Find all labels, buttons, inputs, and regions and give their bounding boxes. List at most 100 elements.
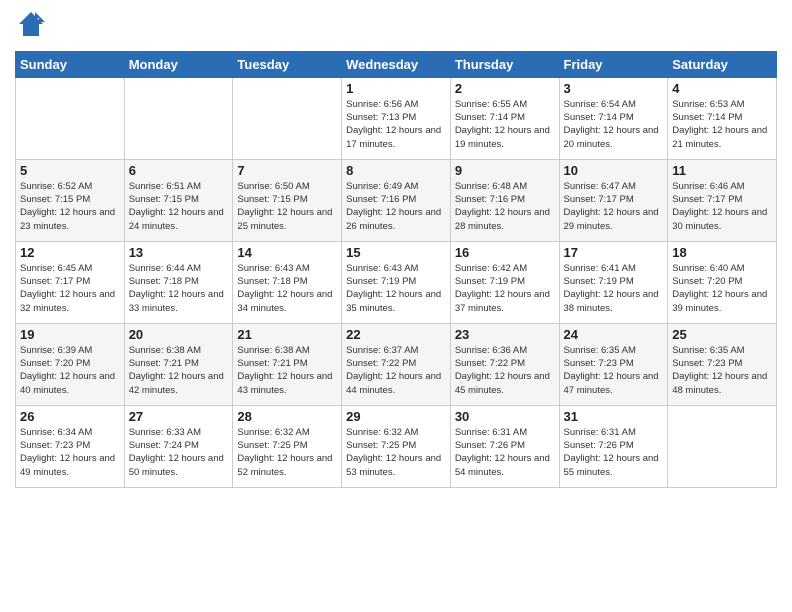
calendar-cell: 22 Sunrise: 6:37 AM Sunset: 7:22 PM Dayli… (342, 323, 451, 405)
calendar-cell: 8 Sunrise: 6:49 AM Sunset: 7:16 PM Daylig… (342, 159, 451, 241)
calendar-cell: 2 Sunrise: 6:55 AM Sunset: 7:14 PM Daylig… (450, 77, 559, 159)
calendar-cell: 29 Sunrise: 6:32 AM Sunset: 7:25 PM Dayli… (342, 405, 451, 487)
calendar-table: Sunday Monday Tuesday Wednesday Thursday… (15, 51, 777, 488)
day-info: Sunrise: 6:55 AM Sunset: 7:14 PM Dayligh… (455, 98, 555, 151)
day-info: Sunrise: 6:37 AM Sunset: 7:22 PM Dayligh… (346, 344, 446, 397)
calendar-cell (16, 77, 125, 159)
day-number: 13 (129, 245, 229, 260)
calendar-cell: 24Sunrise: 6:35 AM Sunset: 7:23 PM Dayli… (559, 323, 668, 405)
calendar-cell: 11 Sunrise: 6:46 AM Sunset: 7:17 PM Dayli… (668, 159, 777, 241)
day-info: Sunrise: 6:53 AM Sunset: 7:14 PM Dayligh… (672, 98, 772, 151)
day-number: 15 (346, 245, 446, 260)
day-number: 5 (20, 163, 120, 178)
day-number: 12 (20, 245, 120, 260)
day-info: Sunrise: 6:32 AM Sunset: 7:25 PM Dayligh… (346, 426, 446, 479)
calendar-cell: 13 Sunrise: 6:44 AM Sunset: 7:18 PM Dayli… (124, 241, 233, 323)
day-number: 19 (20, 327, 120, 342)
calendar-cell: 7Sunrise: 6:50 AM Sunset: 7:15 PM Daylig… (233, 159, 342, 241)
calendar-cell: 3 Sunrise: 6:54 AM Sunset: 7:14 PM Daylig… (559, 77, 668, 159)
day-info: Sunrise: 6:51 AM Sunset: 7:15 PM Dayligh… (129, 180, 229, 233)
day-info: Sunrise: 6:35 AM Sunset: 7:23 PM Dayligh… (672, 344, 772, 397)
calendar-cell: 1 Sunrise: 6:56 AM Sunset: 7:13 PM Daylig… (342, 77, 451, 159)
day-number: 26 (20, 409, 120, 424)
calendar-cell: 12 Sunrise: 6:45 AM Sunset: 7:17 PM Dayli… (16, 241, 125, 323)
day-info: Sunrise: 6:38 AM Sunset: 7:21 PM Dayligh… (237, 344, 337, 397)
calendar-week-3: 12 Sunrise: 6:45 AM Sunset: 7:17 PM Dayli… (16, 241, 777, 323)
col-tuesday: Tuesday (233, 51, 342, 77)
calendar-cell: 6 Sunrise: 6:51 AM Sunset: 7:15 PM Daylig… (124, 159, 233, 241)
calendar-cell: 10 Sunrise: 6:47 AM Sunset: 7:17 PM Dayli… (559, 159, 668, 241)
calendar-cell: 26 Sunrise: 6:34 AM Sunset: 7:23 PM Dayli… (16, 405, 125, 487)
day-info: Sunrise: 6:46 AM Sunset: 7:17 PM Dayligh… (672, 180, 772, 233)
day-number: 18 (672, 245, 772, 260)
day-info: Sunrise: 6:31 AM Sunset: 7:26 PM Dayligh… (564, 426, 664, 479)
calendar-cell: 21 Sunrise: 6:38 AM Sunset: 7:21 PM Dayli… (233, 323, 342, 405)
day-number: 31 (564, 409, 664, 424)
day-info: Sunrise: 6:48 AM Sunset: 7:16 PM Dayligh… (455, 180, 555, 233)
col-saturday: Saturday (668, 51, 777, 77)
day-number: 16 (455, 245, 555, 260)
calendar-cell: 27Sunrise: 6:33 AM Sunset: 7:24 PM Dayli… (124, 405, 233, 487)
day-info: Sunrise: 6:38 AM Sunset: 7:21 PM Dayligh… (129, 344, 229, 397)
day-number: 9 (455, 163, 555, 178)
calendar-cell: 15Sunrise: 6:43 AM Sunset: 7:19 PM Dayli… (342, 241, 451, 323)
calendar-cell: 14 Sunrise: 6:43 AM Sunset: 7:18 PM Dayli… (233, 241, 342, 323)
day-info: Sunrise: 6:52 AM Sunset: 7:15 PM Dayligh… (20, 180, 120, 233)
calendar-header-row: Sunday Monday Tuesday Wednesday Thursday… (16, 51, 777, 77)
day-number: 2 (455, 81, 555, 96)
day-info: Sunrise: 6:54 AM Sunset: 7:14 PM Dayligh… (564, 98, 664, 151)
day-info: Sunrise: 6:31 AM Sunset: 7:26 PM Dayligh… (455, 426, 555, 479)
calendar-cell: 9 Sunrise: 6:48 AM Sunset: 7:16 PM Daylig… (450, 159, 559, 241)
day-number: 6 (129, 163, 229, 178)
calendar-cell: 18Sunrise: 6:40 AM Sunset: 7:20 PM Dayli… (668, 241, 777, 323)
day-number: 30 (455, 409, 555, 424)
day-number: 28 (237, 409, 337, 424)
calendar-week-4: 19 Sunrise: 6:39 AM Sunset: 7:20 PM Dayli… (16, 323, 777, 405)
day-number: 24 (564, 327, 664, 342)
logo-text (15, 10, 45, 43)
day-info: Sunrise: 6:32 AM Sunset: 7:25 PM Dayligh… (237, 426, 337, 479)
day-info: Sunrise: 6:36 AM Sunset: 7:22 PM Dayligh… (455, 344, 555, 397)
calendar-cell: 4 Sunrise: 6:53 AM Sunset: 7:14 PM Daylig… (668, 77, 777, 159)
calendar-cell (668, 405, 777, 487)
calendar-cell: 31 Sunrise: 6:31 AM Sunset: 7:26 PM Dayli… (559, 405, 668, 487)
col-sunday: Sunday (16, 51, 125, 77)
day-number: 21 (237, 327, 337, 342)
day-number: 20 (129, 327, 229, 342)
col-friday: Friday (559, 51, 668, 77)
calendar-week-1: 1 Sunrise: 6:56 AM Sunset: 7:13 PM Daylig… (16, 77, 777, 159)
day-number: 22 (346, 327, 446, 342)
day-info: Sunrise: 6:43 AM Sunset: 7:18 PM Dayligh… (237, 262, 337, 315)
day-info: Sunrise: 6:39 AM Sunset: 7:20 PM Dayligh… (20, 344, 120, 397)
day-info: Sunrise: 6:47 AM Sunset: 7:17 PM Dayligh… (564, 180, 664, 233)
logo (15, 10, 45, 43)
day-number: 14 (237, 245, 337, 260)
page: Sunday Monday Tuesday Wednesday Thursday… (0, 0, 792, 612)
day-number: 10 (564, 163, 664, 178)
day-info: Sunrise: 6:50 AM Sunset: 7:15 PM Dayligh… (237, 180, 337, 233)
day-info: Sunrise: 6:56 AM Sunset: 7:13 PM Dayligh… (346, 98, 446, 151)
calendar-week-5: 26 Sunrise: 6:34 AM Sunset: 7:23 PM Dayli… (16, 405, 777, 487)
day-number: 17 (564, 245, 664, 260)
calendar-cell: 25 Sunrise: 6:35 AM Sunset: 7:23 PM Dayli… (668, 323, 777, 405)
day-number: 8 (346, 163, 446, 178)
day-number: 11 (672, 163, 772, 178)
day-info: Sunrise: 6:44 AM Sunset: 7:18 PM Dayligh… (129, 262, 229, 315)
day-info: Sunrise: 6:42 AM Sunset: 7:19 PM Dayligh… (455, 262, 555, 315)
calendar-cell: 19 Sunrise: 6:39 AM Sunset: 7:20 PM Dayli… (16, 323, 125, 405)
calendar-cell: 28 Sunrise: 6:32 AM Sunset: 7:25 PM Dayli… (233, 405, 342, 487)
col-thursday: Thursday (450, 51, 559, 77)
day-number: 3 (564, 81, 664, 96)
calendar-week-2: 5 Sunrise: 6:52 AM Sunset: 7:15 PM Daylig… (16, 159, 777, 241)
day-info: Sunrise: 6:45 AM Sunset: 7:17 PM Dayligh… (20, 262, 120, 315)
day-number: 29 (346, 409, 446, 424)
day-info: Sunrise: 6:33 AM Sunset: 7:24 PM Dayligh… (129, 426, 229, 479)
day-number: 1 (346, 81, 446, 96)
day-number: 25 (672, 327, 772, 342)
day-number: 4 (672, 81, 772, 96)
day-info: Sunrise: 6:49 AM Sunset: 7:16 PM Dayligh… (346, 180, 446, 233)
day-info: Sunrise: 6:41 AM Sunset: 7:19 PM Dayligh… (564, 262, 664, 315)
calendar-cell: 17 Sunrise: 6:41 AM Sunset: 7:19 PM Dayli… (559, 241, 668, 323)
calendar-cell (124, 77, 233, 159)
day-info: Sunrise: 6:34 AM Sunset: 7:23 PM Dayligh… (20, 426, 120, 479)
